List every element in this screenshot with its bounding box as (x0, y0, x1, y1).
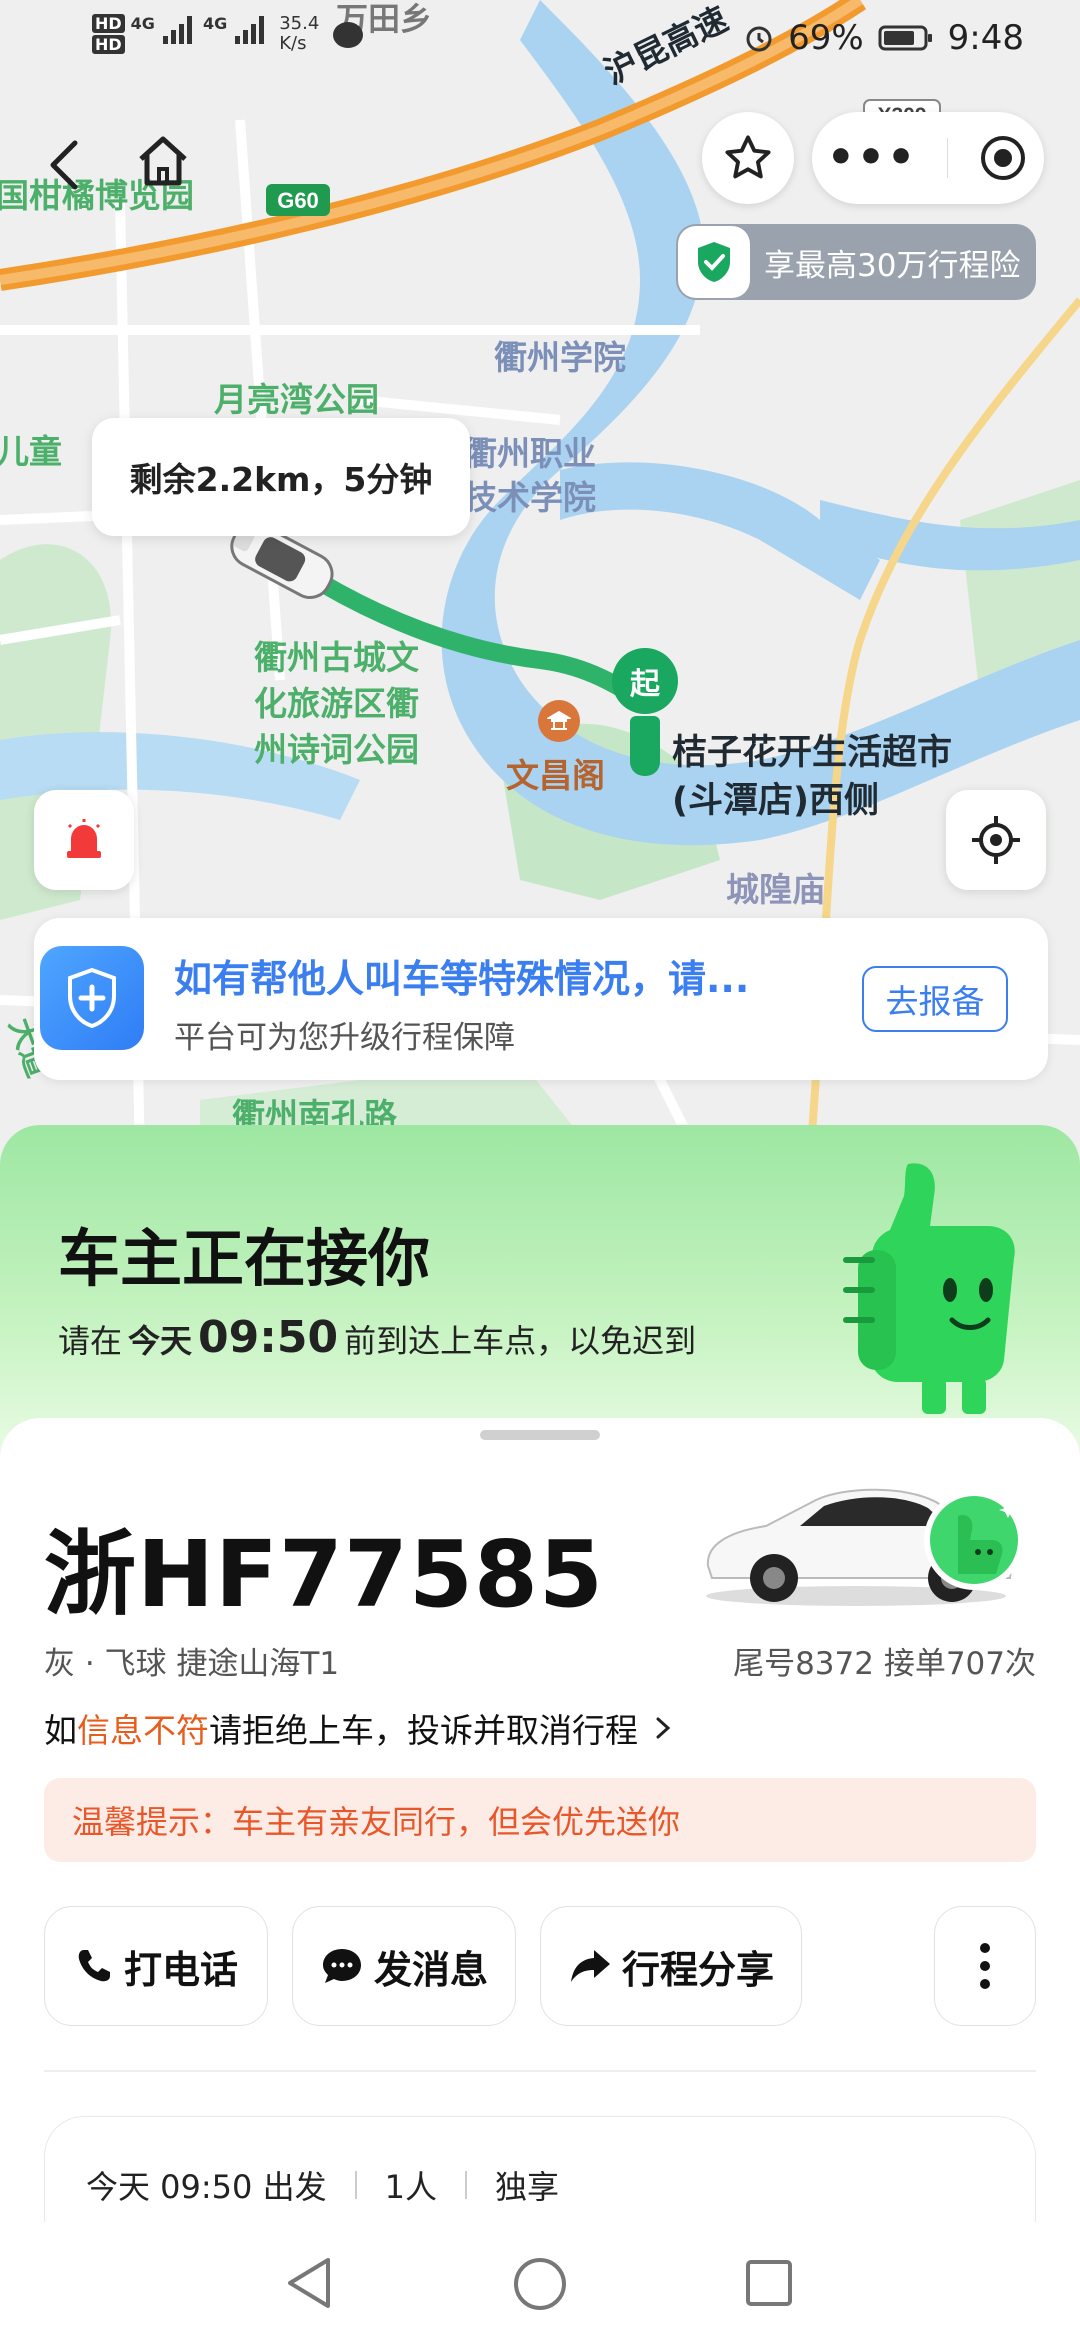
map-label-park2: 月亮湾公园 (214, 380, 379, 419)
network-type-2: 4G (202, 14, 228, 33)
trip-info: 今天 09:50 出发 1人 独享 (86, 2162, 559, 2208)
home-icon (139, 136, 187, 186)
sim2-badge: HD (92, 35, 125, 54)
status-right: 69% 9:48 (744, 18, 1024, 58)
chevron-left-icon (50, 140, 78, 190)
clock: 9:48 (947, 18, 1024, 58)
message-button[interactable]: 发消息 (292, 1906, 516, 2026)
back-button[interactable] (30, 130, 100, 200)
network-speed-unit: K/s (279, 32, 307, 54)
sos-button[interactable] (34, 790, 134, 890)
trip-people: 1人 (384, 2168, 437, 2206)
map-label-scenic-line2: 化旅游区衢 (254, 684, 419, 723)
notice-title: 如有帮他人叫车等特殊情况，请... (174, 957, 750, 1001)
map-label-pavilion: 文昌阁 (506, 756, 605, 795)
signal-icon (162, 16, 192, 44)
chevron-right-icon (656, 1717, 671, 1739)
more-actions-button[interactable] (934, 1906, 1036, 2026)
pickup-label-line1: 桔子花开生活超市 (672, 733, 953, 773)
car-image (696, 1470, 1036, 1614)
chat-notification-icon (333, 22, 364, 48)
phone-icon (78, 1950, 110, 1982)
more-icon[interactable]: ••• (827, 136, 917, 180)
status-sub-suffix: 前到达上车点，以免迟到 (344, 1322, 697, 1360)
star-icon (725, 135, 771, 179)
nav-home-icon[interactable] (512, 2256, 568, 2312)
shield-plus-icon (40, 946, 144, 1050)
locate-button[interactable] (946, 790, 1046, 890)
warning-highlight: 信息不符 (77, 1711, 209, 1750)
report-button[interactable]: 去报备 (862, 966, 1008, 1032)
svg-text:G60: G60 (277, 188, 319, 213)
map-label-children: 儿童 (0, 432, 62, 471)
divider (44, 2070, 1036, 2072)
pickup-pin-icon (630, 716, 660, 776)
warning-prefix: 如 (44, 1711, 77, 1750)
sim1-badge: HD (92, 14, 125, 33)
drag-handle[interactable] (480, 1430, 600, 1440)
chat-bubble-icon (322, 1949, 361, 1983)
status-subtitle: 请在 今天 09:50 前到达上车点，以免迟到 (58, 1312, 696, 1363)
call-button[interactable]: 打电话 (44, 1906, 268, 2026)
alarm-icon (746, 26, 772, 52)
license-plate: 浙HF77585 (44, 1521, 604, 1628)
trip-type: 独享 (494, 2168, 559, 2206)
message-label: 发消息 (373, 1947, 488, 1992)
status-sub-prefix: 请在 (58, 1322, 123, 1360)
status-bar: HD HD 4G 4G 35.4 K/s 69% 9:48 (0, 0, 1080, 84)
thumbs-up-mascot-icon (838, 1160, 1028, 1424)
map-label-scenic-line3: 州诗词公园 (254, 730, 419, 769)
map-label-school1: 衢州学院 (494, 338, 626, 377)
system-navigation-bar (0, 2222, 1080, 2340)
share-trip-button[interactable]: 行程分享 (540, 1906, 802, 2026)
battery-icon (878, 25, 932, 51)
signal-icon-2 (235, 16, 265, 44)
share-label: 行程分享 (621, 1947, 774, 1992)
capsule-menu[interactable]: ••• (812, 112, 1044, 204)
map-label-school2-line1: 衢州职业 (464, 434, 596, 473)
more-vertical-icon (980, 1943, 990, 1989)
insurance-badge[interactable]: 享最高30万行程险 (676, 224, 1036, 300)
home-button[interactable] (128, 126, 198, 196)
safety-notice[interactable]: 如有帮他人叫车等特殊情况，请... 平台可为您升级行程保障 去报备 (34, 918, 1048, 1080)
insurance-text: 享最高30万行程险 (764, 247, 1021, 284)
map-label-scenic-line1: 衢州古城文 (254, 638, 419, 677)
shield-check-icon (678, 226, 750, 298)
pavilion-icon (538, 700, 580, 742)
status-title: 车主正在接你 (58, 1222, 431, 1295)
warm-tip: 温馨提示：车主有亲友同行，但会优先送你 (44, 1778, 1036, 1862)
alarm-light-icon (67, 819, 101, 858)
status-sub-day: 今天 (128, 1322, 193, 1360)
call-label: 打电话 (123, 1947, 238, 1992)
pickup-label-line2: (斗潭店)西侧 (672, 781, 879, 821)
nav-recents-icon[interactable] (744, 2258, 794, 2308)
favorite-button[interactable] (702, 112, 794, 204)
map-label-temple: 城隍庙 (726, 870, 825, 909)
driver-meta: 尾号8372 接单707次 (733, 1646, 1036, 1682)
crosshair-icon (972, 816, 1020, 864)
signal-area: HD HD 4G 4G 35.4 K/s (92, 13, 364, 54)
start-marker: 起 (612, 648, 678, 714)
battery-percent: 69% (788, 18, 864, 58)
close-target-icon[interactable] (977, 132, 1029, 184)
car-description: 灰 · 飞球 捷途山海T1 (44, 1646, 340, 1682)
warning-suffix: 请拒绝上车，投诉并取消行程 (209, 1711, 638, 1750)
eta-bubble: 剩余2.2km，5分钟 (92, 418, 470, 536)
share-arrow-icon (570, 1950, 610, 1982)
map-label-school2-line2: 技术学院 (464, 478, 596, 517)
status-sub-time: 09:50 (198, 1312, 339, 1363)
mismatch-warning[interactable]: 如 信息不符 请拒绝上车，投诉并取消行程 (44, 1704, 678, 1752)
notice-subtitle: 平台可为您升级行程保障 (174, 1020, 515, 1056)
trip-depart: 今天 09:50 出发 (86, 2168, 327, 2206)
nav-back-icon[interactable] (284, 2256, 334, 2310)
network-speed: 35.4 (279, 13, 320, 34)
network-type-1: 4G (130, 14, 155, 33)
